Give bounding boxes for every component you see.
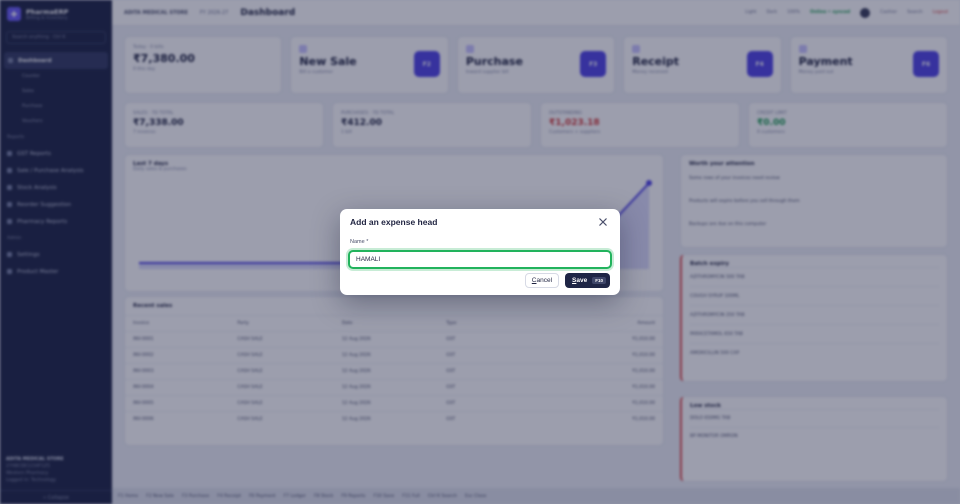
cancel-button[interactable]: Cancel xyxy=(524,273,560,288)
dialog-header: Add an expense head xyxy=(340,209,620,235)
add-expense-head-dialog: Add an expense head Name * Cancel SaveF1… xyxy=(340,209,620,295)
dialog-title: Add an expense head xyxy=(350,217,438,227)
save-button[interactable]: Save F10 xyxy=(565,273,610,288)
dialog-footer: Cancel Save F10 xyxy=(524,273,610,288)
save-shortcut-badge: F10 xyxy=(592,277,606,284)
dialog-body: Name * xyxy=(340,235,620,269)
name-field[interactable] xyxy=(348,250,612,269)
name-field-label: Name * xyxy=(350,239,369,245)
close-icon xyxy=(599,218,607,226)
save-label: ave xyxy=(576,277,588,284)
close-button[interactable] xyxy=(596,215,610,229)
cancel-label: ancel xyxy=(536,277,553,284)
